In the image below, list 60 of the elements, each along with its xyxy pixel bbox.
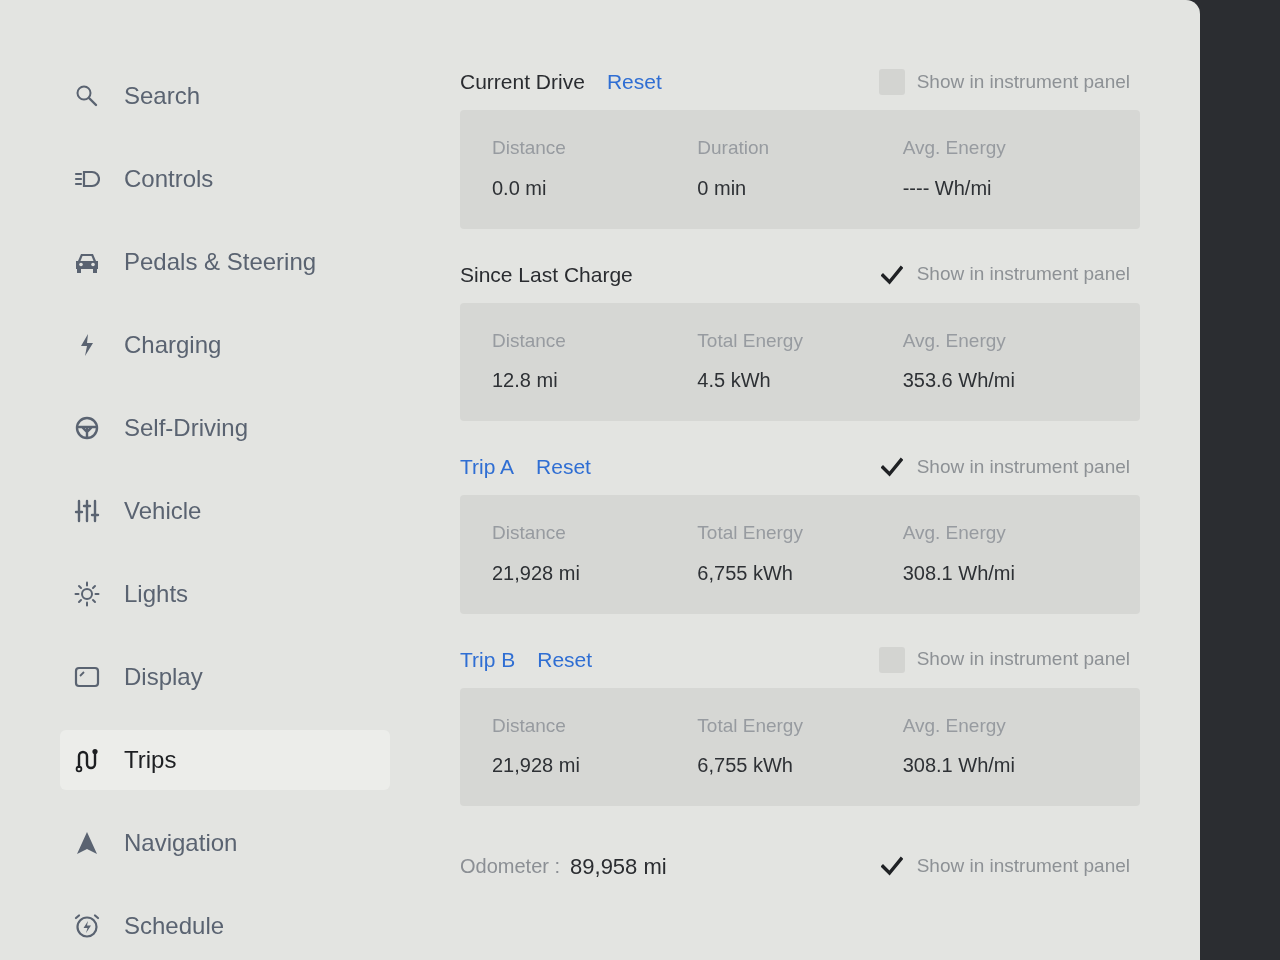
check-icon: [880, 456, 903, 478]
stat-value: 4.5 kWh: [697, 368, 772, 393]
section-title: Current Drive: [460, 69, 585, 96]
alarm-clock-icon: [74, 913, 100, 939]
stat-value: 308.1 Wh/mi: [902, 560, 1016, 586]
sidebar-item[interactable]: Charging: [60, 315, 390, 375]
stat-value: 0.0 mi: [492, 175, 548, 201]
stat-label: Distance: [492, 713, 567, 738]
stat-value: 6,755 kWh: [697, 560, 794, 586]
odometer-label: Odometer :: [460, 854, 561, 879]
stat-label: Total Energy: [697, 713, 804, 738]
checkbox-label: Show in instrument panel: [916, 262, 1130, 287]
navigation-arrow-icon: [74, 830, 100, 856]
stat-label: Total Energy: [697, 521, 804, 545]
stat-value: 0 min: [697, 175, 748, 201]
reset-link[interactable]: Reset: [606, 66, 662, 98]
stat-label: Distance: [492, 328, 567, 353]
odometer-value: 89,958 mi: [570, 852, 667, 881]
trip-name-link[interactable]: Trip A: [460, 451, 515, 483]
stat-value: ---- Wh/mi: [902, 175, 993, 201]
stat-label: Avg. Energy: [902, 328, 1007, 353]
screen-icon: [74, 664, 100, 690]
check-icon: [880, 855, 903, 877]
sidebar-item[interactable]: Display: [60, 647, 390, 707]
stat-value: 353.6 Wh/mi: [902, 368, 1016, 393]
stat-value: 6,755 kWh: [697, 753, 794, 778]
stat-label: Avg. Energy: [902, 136, 1007, 160]
section-title: Since Last Charge: [460, 261, 633, 288]
checkbox-label: Show in instrument panel: [916, 647, 1130, 672]
trip-name-link[interactable]: Trip B: [460, 643, 516, 676]
stat-label: Distance: [492, 136, 567, 160]
sidebar-item[interactable]: Self-Driving: [60, 398, 390, 458]
stat-value: 21,928 mi: [492, 753, 581, 778]
stat-label: Distance: [492, 521, 567, 545]
sidebar-item[interactable]: Schedule: [60, 896, 390, 956]
reset-link[interactable]: Reset: [537, 643, 593, 676]
stat-value: 308.1 Wh/mi: [902, 753, 1016, 778]
sidebar-item[interactable]: Lights: [60, 564, 390, 624]
stat-label: Duration: [697, 136, 771, 160]
stat-value: 21,928 mi: [492, 560, 581, 586]
sidebar-item[interactable]: Trips: [60, 730, 390, 790]
check-icon: [880, 263, 903, 286]
stat-label: Avg. Energy: [902, 521, 1007, 545]
stat-label: Avg. Energy: [902, 713, 1007, 738]
sidebar-item[interactable]: Navigation: [60, 813, 390, 873]
sidebar-item[interactable]: Search: [60, 66, 390, 126]
reset-link[interactable]: Reset: [536, 451, 591, 483]
steering-wheel-icon: [74, 415, 100, 441]
checkbox-label: Show in instrument panel: [916, 69, 1130, 94]
sidebar-item[interactable]: Controls: [60, 149, 390, 209]
search-icon: [74, 83, 100, 109]
sliders-icon: [74, 498, 100, 524]
route-icon: [74, 747, 100, 773]
checkbox-label: Show in instrument panel: [916, 454, 1130, 479]
checkbox-label: Show in instrument panel: [916, 853, 1130, 878]
sidebar-item[interactable]: Pedals & Steering: [60, 232, 390, 292]
stat-value: 12.8 mi: [492, 368, 559, 393]
stat-label: Total Energy: [697, 328, 804, 353]
sidebar-item[interactable]: Vehicle: [60, 481, 390, 541]
sun-icon: [74, 581, 100, 607]
